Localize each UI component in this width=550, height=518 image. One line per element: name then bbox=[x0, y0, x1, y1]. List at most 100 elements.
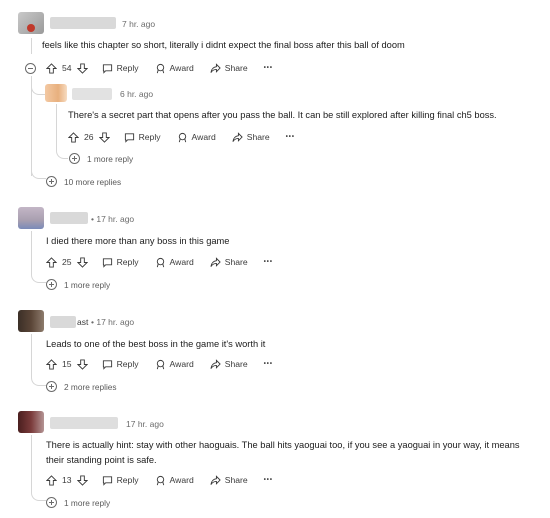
award-icon bbox=[156, 63, 164, 73]
comment-actions: 13 Reply Award Share ••• bbox=[46, 472, 289, 488]
upvote-icon[interactable] bbox=[68, 131, 79, 143]
comment-body-line: There is actually hint: stay with other … bbox=[46, 440, 520, 450]
award-icon bbox=[156, 475, 164, 485]
comment-actions: 26 Reply Award Share ••• bbox=[68, 129, 311, 145]
thread-branch bbox=[31, 373, 46, 386]
avatar[interactable] bbox=[18, 207, 44, 229]
more-replies-link[interactable]: 1 more reply bbox=[69, 153, 133, 164]
comment-body: There's a secret part that opens after y… bbox=[68, 110, 497, 120]
expand-icon bbox=[69, 153, 80, 164]
upvote-icon[interactable] bbox=[46, 62, 57, 74]
more-replies-link[interactable]: 10 more replies bbox=[46, 176, 121, 187]
username-redacted[interactable] bbox=[50, 316, 76, 328]
vote-count: 25 bbox=[62, 257, 72, 267]
comment-timestamp: 17 hr. ago bbox=[126, 419, 164, 429]
downvote-icon[interactable] bbox=[76, 62, 88, 74]
award-label: Award bbox=[169, 63, 194, 73]
comment-body: Leads to one of the best boss in the gam… bbox=[46, 339, 266, 349]
avatar[interactable] bbox=[18, 310, 44, 332]
more-options-button[interactable]: ••• bbox=[286, 134, 295, 140]
award-button[interactable]: Award bbox=[177, 132, 216, 143]
share-label: Share bbox=[224, 359, 248, 369]
comment-actions: 25 Reply Award Share ••• bbox=[46, 254, 289, 270]
comment-timestamp: 6 hr. ago bbox=[120, 89, 154, 99]
more-replies-label: 10 more replies bbox=[64, 176, 122, 187]
share-button[interactable]: Share bbox=[232, 131, 270, 143]
username-redacted[interactable] bbox=[50, 212, 88, 224]
downvote-icon[interactable] bbox=[98, 131, 110, 143]
share-button[interactable]: Share bbox=[210, 256, 248, 268]
avatar[interactable] bbox=[18, 12, 44, 34]
award-button[interactable]: Award bbox=[155, 257, 194, 268]
award-label: Award bbox=[169, 475, 194, 485]
reply-button[interactable]: Reply bbox=[102, 257, 139, 268]
comment-bubble-icon bbox=[102, 475, 112, 486]
reply-button[interactable]: Reply bbox=[102, 359, 139, 370]
expand-icon bbox=[46, 381, 57, 392]
comment-timestamp: • 17 hr. ago bbox=[91, 214, 135, 224]
award-icon bbox=[178, 132, 186, 142]
share-button[interactable]: Share bbox=[210, 62, 248, 74]
comment-bubble-icon bbox=[102, 63, 112, 74]
share-button[interactable]: Share bbox=[210, 474, 248, 486]
award-button[interactable]: Award bbox=[155, 359, 194, 370]
comment-body: I died there more than any boss in this … bbox=[46, 236, 230, 246]
downvote-icon[interactable] bbox=[76, 256, 88, 268]
vote-control: 54 bbox=[46, 62, 88, 74]
more-options-button[interactable]: ••• bbox=[264, 65, 273, 71]
avatar[interactable] bbox=[18, 411, 44, 433]
vote-control: 15 bbox=[46, 358, 88, 370]
expand-icon bbox=[46, 497, 57, 508]
comment-timestamp: 7 hr. ago bbox=[122, 19, 156, 29]
share-icon bbox=[210, 62, 221, 73]
downvote-icon[interactable] bbox=[76, 474, 88, 486]
more-replies-link[interactable]: 1 more reply bbox=[46, 497, 110, 508]
award-label: Award bbox=[169, 359, 194, 369]
reply-button[interactable]: Reply bbox=[124, 132, 161, 143]
comment-body: There is actually hint: stay with other … bbox=[46, 438, 520, 468]
vote-count: 26 bbox=[84, 132, 94, 142]
reply-label: Reply bbox=[116, 257, 139, 267]
expand-icon bbox=[46, 279, 57, 290]
username-redacted[interactable] bbox=[72, 88, 112, 100]
share-label: Share bbox=[224, 63, 248, 73]
reply-label: Reply bbox=[138, 132, 161, 142]
more-replies-link[interactable]: 1 more reply bbox=[46, 279, 110, 290]
reply-label: Reply bbox=[116, 475, 139, 485]
vote-count: 54 bbox=[62, 63, 72, 73]
comment-timestamp: • 17 hr. ago bbox=[91, 317, 135, 327]
share-button[interactable]: Share bbox=[210, 358, 248, 370]
upvote-icon[interactable] bbox=[46, 474, 57, 486]
award-icon bbox=[156, 257, 164, 267]
award-button[interactable]: Award bbox=[155, 63, 194, 74]
comment-username-tail[interactable]: ast bbox=[77, 317, 88, 327]
reply-button[interactable]: Reply bbox=[102, 63, 139, 74]
thread-branch bbox=[31, 270, 46, 283]
thread-branch bbox=[31, 166, 46, 179]
vote-control: 26 bbox=[68, 131, 110, 143]
share-label: Share bbox=[224, 475, 248, 485]
comment-actions: 54 Reply Award Share ••• bbox=[46, 60, 289, 76]
share-icon bbox=[210, 474, 221, 485]
username-redacted[interactable] bbox=[50, 17, 116, 29]
more-options-button[interactable]: ••• bbox=[264, 477, 273, 483]
expand-icon bbox=[46, 176, 57, 187]
more-replies-link[interactable]: 2 more replies bbox=[46, 381, 117, 392]
comment-body-line: their standing point is safe. bbox=[46, 455, 157, 465]
share-icon bbox=[210, 256, 221, 267]
more-replies-label: 1 more reply bbox=[87, 153, 134, 164]
username-redacted[interactable] bbox=[50, 417, 118, 429]
more-options-button[interactable]: ••• bbox=[264, 361, 273, 367]
reply-button[interactable]: Reply bbox=[102, 475, 139, 486]
upvote-icon[interactable] bbox=[46, 256, 57, 268]
more-options-button[interactable]: ••• bbox=[264, 259, 273, 265]
thread-branch bbox=[56, 146, 68, 159]
comment-bubble-icon bbox=[124, 132, 134, 143]
downvote-icon[interactable] bbox=[76, 358, 88, 370]
upvote-icon[interactable] bbox=[46, 358, 57, 370]
award-button[interactable]: Award bbox=[155, 475, 194, 486]
avatar[interactable] bbox=[45, 84, 67, 102]
comment-body: feels like this chapter so short, litera… bbox=[42, 40, 405, 50]
collapse-thread-icon[interactable] bbox=[25, 63, 36, 74]
share-icon bbox=[210, 358, 221, 369]
